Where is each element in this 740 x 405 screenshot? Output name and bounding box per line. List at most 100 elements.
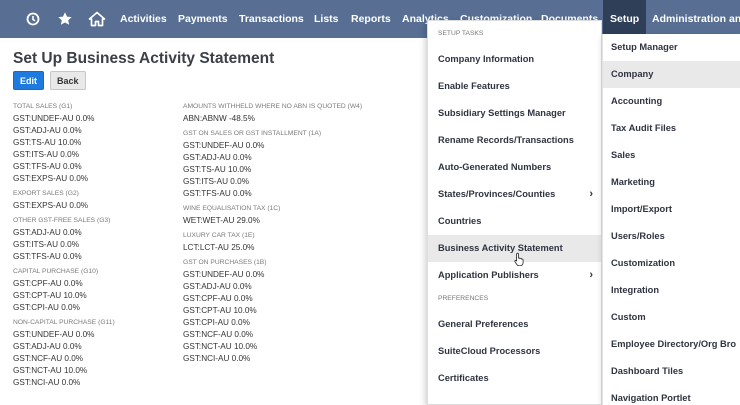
tax-group: GST ON PURCHASES (1B) GST:UNDEF-AU 0.0% … [183,257,348,365]
menu-item-label: Rename Records/Transactions [438,135,574,145]
tax-code-line: GST:ADJ-AU 0.0% [13,228,82,237]
tax-code-line: LCT:LCT-AU 25.0% [183,243,255,252]
menu-section-setup-tasks: SETUP TASKS [438,30,484,37]
tax-group-title: OTHER GST-FREE SALES (G3) [13,217,111,224]
tax-code-line: GST:NCF-AU 0.0% [13,354,84,363]
tax-group: TOTAL SALES (G1) GST:UNDEF-AU 0.0% GST:A… [13,101,178,185]
tax-code-line: GST:ITS-AU 0.0% [183,177,249,186]
nav-payments[interactable]: Payments [178,0,228,38]
menu-item-custom[interactable]: Custom [603,304,740,331]
menu-item-marketing[interactable]: Marketing [603,169,740,196]
menu-item-suitecloud-processors[interactable]: SuiteCloud Processors [428,338,601,365]
tax-groups-right-column: AMOUNTS WITHHELD WHERE NO ABN IS QUOTED … [183,101,363,368]
menu-item-label: Countries [438,216,482,226]
menu-item-certificates[interactable]: Certificates [428,365,601,392]
menu-item-import-export[interactable]: Import/Export [603,196,740,223]
menu-item-label: Auto-Generated Numbers [438,162,552,172]
tax-code-line: GST:CPT-AU 10.0% [13,291,87,300]
tax-group: GST ON SALES OR GST INSTALLMENT (1A) GST… [183,128,348,200]
tax-group: AMOUNTS WITHHELD WHERE NO ABN IS QUOTED … [183,101,363,125]
tax-code-line: GST:NCT-AU 10.0% [183,342,258,351]
menu-item-integration[interactable]: Integration [603,277,740,304]
tax-code-line: GST:CPI-AU 0.0% [13,303,80,312]
tax-code-line: GST:ADJ-AU 0.0% [13,126,82,135]
nav-activities[interactable]: Activities [120,0,167,38]
tax-group: CAPITAL PURCHASE (G10) GST:CPF-AU 0.0% G… [13,266,178,314]
tax-code-line: GST:TFS-AU 0.0% [13,162,82,171]
tax-code-line: GST:UNDEF-AU 0.0% [183,270,265,279]
menu-item-auto-generated-numbers[interactable]: Auto-Generated Numbers [428,154,601,181]
menu-item-tax-audit-files[interactable]: Tax Audit Files [603,115,740,142]
menu-item-employee-directory[interactable]: Employee Directory/Org Bro [603,331,740,358]
tax-group-title: NON-CAPITAL PURCHASE (G11) [13,319,115,326]
tax-code-line: GST:TS-AU 10.0% [183,165,252,174]
favorites-star-icon[interactable] [54,0,76,38]
tax-code-line: GST:ADJ-AU 0.0% [183,153,252,162]
menu-item-label: Business Activity Statement [438,243,563,253]
tax-code-line: GST:NCT-AU 10.0% [13,366,88,375]
tax-group-title: GST ON PURCHASES (1B) [183,259,267,266]
menu-item-company-information[interactable]: Company Information [428,46,601,73]
menu-item-rename-records[interactable]: Rename Records/Transactions [428,127,601,154]
recent-records-icon[interactable] [22,0,44,38]
menu-item-navigation-portlet[interactable]: Navigation Portlet [603,385,740,405]
nav-transactions[interactable]: Transactions [239,0,304,38]
top-navigation-bar: Activities Payments Transactions Lists R… [0,0,740,38]
tax-code-line: GST:NCI-AU 0.0% [13,378,81,387]
menu-item-countries[interactable]: Countries [428,208,601,235]
menu-item-setup-manager[interactable]: Setup Manager [603,34,740,61]
menu-item-states-provinces-counties[interactable]: States/Provinces/Counties › [428,181,601,208]
tax-group: OTHER GST-FREE SALES (G3) GST:ADJ-AU 0.0… [13,215,178,263]
menu-item-label: Certificates [438,373,489,383]
tax-code-line: GST:CPT-AU 10.0% [183,306,257,315]
menu-item-enable-features[interactable]: Enable Features [428,73,601,100]
nav-reports[interactable]: Reports [351,0,391,38]
tax-code-line: GST:CPI-AU 0.0% [183,318,250,327]
tax-code-line: GST:TFS-AU 0.0% [13,252,82,261]
menu-item-label: SuiteCloud Processors [438,346,541,356]
tax-code-line: GST:CPF-AU 0.0% [183,294,253,303]
back-button[interactable]: Back [50,71,86,90]
page-title: Set Up Business Activity Statement [13,50,275,67]
menu-item-customization[interactable]: Customization [603,250,740,277]
menu-item-label: States/Provinces/Counties [438,189,556,199]
tax-code-line: GST:ADJ-AU 0.0% [183,282,252,291]
home-icon[interactable] [86,0,108,38]
nav-setup[interactable]: Setup [603,0,647,38]
tax-group: WINE EQUALISATION TAX (1C) WET:WET-AU 29… [183,203,348,227]
tax-code-line: GST:UNDEF-AU 0.0% [13,330,95,339]
menu-item-label: Subsidiary Settings Manager [438,108,566,118]
edit-button[interactable]: Edit [13,71,44,90]
tax-groups-left-column: TOTAL SALES (G1) GST:UNDEF-AU 0.0% GST:A… [13,101,178,392]
nav-lists[interactable]: Lists [314,0,339,38]
menu-item-subsidiary-settings-manager[interactable]: Subsidiary Settings Manager [428,100,601,127]
tax-code-line: GST:TFS-AU 0.0% [183,189,252,198]
chevron-right-icon: › [589,269,593,281]
menu-item-dashboard-tiles[interactable]: Dashboard Tiles [603,358,740,385]
menu-item-label: General Preferences [438,319,529,329]
tax-code-line: GST:EXPS-AU 0.0% [13,201,89,210]
tax-code-line: GST:UNDEF-AU 0.0% [13,114,95,123]
menu-item-label: Application Publishers [438,270,539,280]
menu-item-users-roles[interactable]: Users/Roles [603,223,740,250]
tax-group-title: GST ON SALES OR GST INSTALLMENT (1A) [183,130,322,137]
tax-code-line: GST:NCI-AU 0.0% [183,354,251,363]
menu-item-label: Company Information [438,54,535,64]
tax-code-line: GST:ITS-AU 0.0% [13,150,79,159]
tax-group: EXPORT SALES (G2) GST:EXPS-AU 0.0% [13,188,178,212]
menu-item-sales[interactable]: Sales [603,142,740,169]
menu-item-accounting[interactable]: Accounting [603,88,740,115]
tax-group-title: AMOUNTS WITHHELD WHERE NO ABN IS QUOTED … [183,103,363,110]
menu-section-preferences: PREFERENCES [438,295,489,302]
setup-tasks-menu: SETUP TASKS Company Information Enable F… [427,20,602,405]
tax-group: NON-CAPITAL PURCHASE (G11) GST:UNDEF-AU … [13,317,178,389]
chevron-right-icon: › [589,188,593,200]
menu-item-company[interactable]: Company [603,61,740,88]
nav-administration[interactable]: Administration and [652,0,740,38]
tax-code-line: GST:ITS-AU 0.0% [13,240,79,249]
tax-group-title: CAPITAL PURCHASE (G10) [13,268,99,275]
menu-item-label: Enable Features [438,81,510,91]
hand-cursor-icon [514,252,525,271]
menu-item-general-preferences[interactable]: General Preferences [428,311,601,338]
tax-group-title: WINE EQUALISATION TAX (1C) [183,205,281,212]
